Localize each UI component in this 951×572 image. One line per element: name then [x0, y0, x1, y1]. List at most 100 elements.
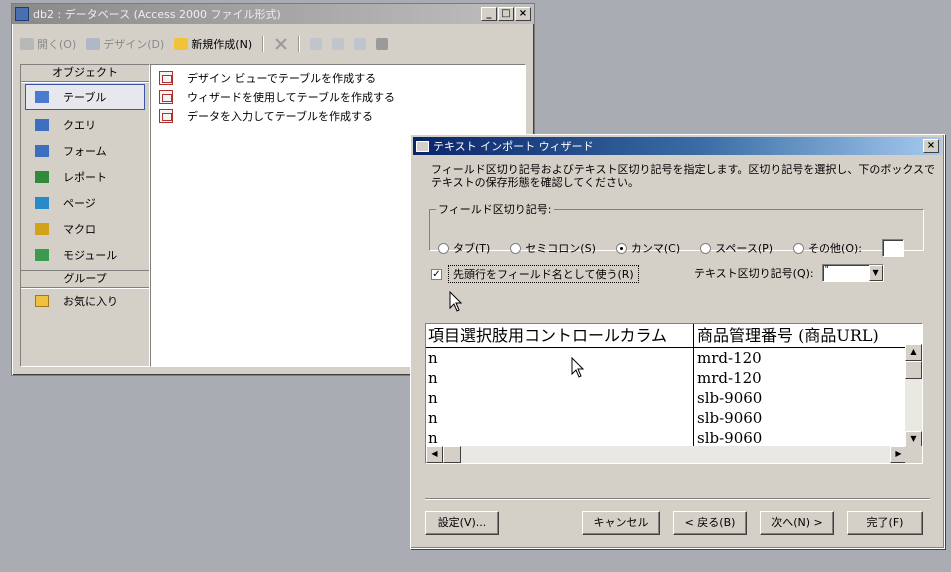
minimize-button[interactable]: _ — [481, 7, 497, 21]
delimiter-radio-4[interactable]: その他(O): — [793, 240, 862, 256]
scroll-up-arrow-icon[interactable]: ▲ — [905, 344, 922, 361]
list-item-create-design-view[interactable]: デザイン ビューでテーブルを作成する — [151, 68, 525, 87]
text-qualifier-label: テキスト区切り記号(Q): — [694, 267, 814, 280]
preview-horizontal-scrollbar[interactable]: ◀ ▶ — [426, 446, 907, 463]
object-item-label: フォーム — [63, 145, 107, 158]
objects-header[interactable]: オブジェクト — [21, 65, 149, 82]
small-icons-button[interactable] — [332, 38, 345, 50]
groups-header[interactable]: グループ — [21, 270, 149, 288]
radio-button[interactable] — [700, 242, 712, 254]
database-window-title: db2 : データベース (Access 2000 ファイル形式) — [33, 8, 281, 21]
query-icon — [35, 119, 49, 131]
macro-icon — [35, 223, 49, 235]
preview-cell: slb-9060 — [697, 429, 763, 447]
preview-row: n slb-9060 — [426, 408, 907, 428]
list-item-create-enter-data[interactable]: データを入力してテーブルを作成する — [151, 106, 525, 125]
object-item-table[interactable]: テーブル — [25, 84, 145, 110]
preview-cell: mrd-120 — [697, 349, 762, 367]
advanced-button[interactable]: 設定(V)... — [425, 511, 499, 535]
preview-row: n slb-9060 — [426, 428, 907, 448]
first-row-field-names-checkbox[interactable]: ✓ 先頭行をフィールド名として使う(R) — [431, 265, 639, 283]
group-item-label: お気に入り — [63, 295, 118, 308]
data-preview-grid[interactable]: 項目選択肢用コントロールカラム 商品管理番号 (商品URL) n mrd-120 n… — [425, 323, 923, 464]
vertical-scroll-thumb[interactable] — [905, 361, 922, 379]
delimiter-radio-0[interactable]: タブ(T) — [438, 240, 490, 256]
object-item-form[interactable]: フォーム — [21, 138, 149, 164]
details-view-button[interactable] — [376, 38, 389, 50]
delete-button[interactable] — [274, 37, 288, 51]
list-view-icon — [354, 38, 367, 50]
delimiter-radio-2[interactable]: カンマ(C) — [615, 240, 681, 256]
create-table-icon — [159, 108, 173, 123]
wizard-icon — [416, 140, 429, 152]
open-button[interactable]: 開く(O) — [20, 36, 76, 52]
next-button[interactable]: 次へ(N) > — [760, 511, 834, 535]
button-divider — [425, 498, 930, 500]
list-item-label: データを入力してテーブルを作成する — [187, 109, 374, 123]
object-item-label: レポート — [63, 171, 107, 184]
preview-header-cell: 商品管理番号 (商品URL) — [697, 326, 879, 345]
delimiter-radio-label: セミコロン(S) — [525, 242, 596, 255]
design-button[interactable]: デザイン(D) — [86, 36, 164, 52]
object-item-page[interactable]: ページ — [21, 190, 149, 216]
list-item-label: ウィザードを使用してテーブルを作成する — [187, 90, 396, 104]
list-item-create-wizard[interactable]: ウィザードを使用してテーブルを作成する — [151, 87, 525, 106]
radio-button[interactable] — [510, 242, 522, 254]
wizard-close-button[interactable]: × — [923, 139, 939, 153]
mouse-cursor-icon — [571, 357, 585, 378]
preview-cell: n — [426, 368, 694, 388]
finish-button[interactable]: 完了(F) — [847, 511, 923, 535]
chevron-down-icon[interactable]: ▼ — [868, 265, 883, 281]
scroll-left-arrow-icon[interactable]: ◀ — [426, 446, 443, 463]
preview-header-cell: 項目選択肢用コントロールカラム — [426, 324, 694, 347]
close-button[interactable]: × — [515, 7, 531, 21]
preview-cell: n — [426, 348, 694, 368]
text-qualifier-select[interactable]: " ▼ — [821, 264, 884, 282]
database-window-titlebar[interactable]: db2 : データベース (Access 2000 ファイル形式) _ □ × — [12, 4, 534, 24]
radio-button[interactable] — [615, 242, 627, 254]
new-button[interactable]: 新規作成(N) — [174, 36, 252, 52]
wizard-title: テキスト インポート ウィザード — [433, 140, 594, 153]
object-item-report[interactable]: レポート — [21, 164, 149, 190]
open-icon — [20, 38, 34, 50]
preview-cell: n — [426, 428, 694, 448]
object-item-macro[interactable]: マクロ — [21, 216, 149, 242]
other-delimiter-input[interactable] — [882, 239, 905, 257]
preview-cell: slb-9060 — [697, 409, 763, 427]
form-icon — [35, 145, 49, 157]
text-import-wizard-dialog: テキスト インポート ウィザード × フィールド区切り記号およびテキスト区切り記… — [410, 134, 945, 549]
object-item-label: マクロ — [63, 223, 96, 236]
radio-button[interactable] — [438, 242, 449, 254]
back-button[interactable]: < 戻る(B) — [673, 511, 747, 535]
database-toolbar: 開く(O) デザイン(D) 新規作成(N) — [20, 36, 389, 52]
preview-vertical-scrollbar[interactable]: ▲ ▼ — [905, 344, 922, 448]
maximize-button[interactable]: □ — [498, 7, 514, 21]
cancel-button[interactable]: キャンセル — [582, 511, 660, 535]
preview-cell: slb-9060 — [697, 389, 763, 407]
module-icon — [35, 249, 49, 261]
preview-cell: mrd-120 — [697, 369, 762, 387]
list-item-label: デザイン ビューでテーブルを作成する — [187, 71, 377, 85]
field-delimiter-group: フィールド区切り記号: タブ(T) セミコロン(S) カンマ(C) スペース(P) その… — [429, 201, 924, 257]
preview-row: n slb-9060 — [426, 388, 907, 408]
delimiter-radio-1[interactable]: セミコロン(S) — [510, 240, 596, 256]
wizard-titlebar[interactable]: テキスト インポート ウィザード × — [413, 137, 942, 155]
new-label: 新規作成(N) — [191, 38, 253, 51]
delimiter-radio-label: カンマ(C) — [630, 242, 681, 255]
list-view-button[interactable] — [354, 38, 367, 50]
new-icon — [174, 38, 189, 50]
checkbox-box[interactable]: ✓ — [431, 268, 442, 280]
large-icons-icon — [310, 38, 323, 50]
delimiter-radio-3[interactable]: スペース(P) — [700, 240, 773, 256]
scroll-corner — [905, 446, 922, 463]
object-bar: オブジェクト テーブル クエリフォームレポートページマクロモジュール グループ お… — [20, 64, 150, 367]
radio-button[interactable] — [793, 242, 805, 254]
design-label: デザイン(D) — [103, 38, 165, 51]
create-table-icon — [159, 70, 173, 85]
group-item-favorites[interactable]: お気に入り — [21, 288, 149, 314]
large-icons-button[interactable] — [310, 38, 323, 50]
toolbar-separator — [262, 36, 265, 52]
object-item-module[interactable]: モジュール — [21, 242, 149, 268]
object-item-query[interactable]: クエリ — [21, 112, 149, 138]
horizontal-scroll-thumb[interactable] — [443, 446, 461, 463]
